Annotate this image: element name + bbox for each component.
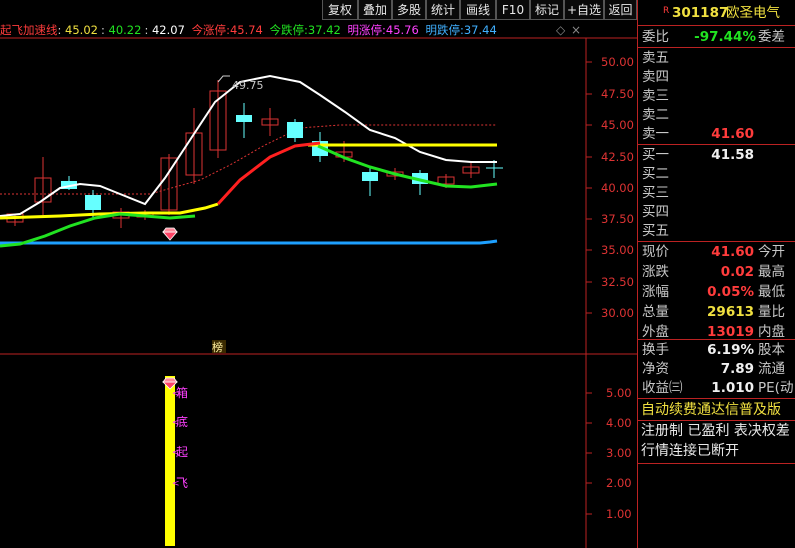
weibi-label: 委比 <box>642 29 669 45</box>
fundamental-label-2: PE(动 <box>758 380 794 396</box>
stat-row: 涨跌 0.02 最高 <box>638 262 795 282</box>
price-tick-label: 40.00 <box>601 181 634 195</box>
price-tick-label: 50.00 <box>601 55 634 69</box>
ask-label: 卖三 <box>642 88 669 104</box>
stat-row: 总量 29613 量比 <box>638 302 795 322</box>
connection-status: 行情连接已断开 <box>641 443 739 459</box>
price-tick-label: 32.50 <box>601 275 634 289</box>
ask-label: 卖五 <box>642 50 669 66</box>
stat-value: 29613 <box>707 304 754 320</box>
ask-label: 卖二 <box>642 107 669 123</box>
bid-price: 41.58 <box>711 147 754 163</box>
fundamental-label-2: 流通 <box>758 361 785 377</box>
indicator-tick-label: 1.00 <box>606 507 632 521</box>
peak-pointer <box>217 75 230 83</box>
svg-text:<: < <box>172 448 180 458</box>
ask-row-5: 卖五 <box>638 48 795 68</box>
fundamental-row: 净资 7.89 流通 <box>638 359 795 379</box>
stat-label: 总量 <box>642 304 669 320</box>
weibi-row: 委比 -97.44% 委差 <box>638 27 795 47</box>
fundamental-value: 7.89 <box>720 361 754 377</box>
bid-label: 买五 <box>642 223 669 239</box>
bid-row-3: 买三 <box>638 183 795 203</box>
indicator-tick-label: 5.00 <box>606 386 632 400</box>
stat-label: 涨跌 <box>642 264 669 280</box>
diamond-signal-icon <box>162 227 178 241</box>
price-tick-label: 45.00 <box>601 118 634 132</box>
fundamental-label: 净资 <box>642 361 669 377</box>
stat-label-2: 量比 <box>758 304 785 320</box>
indicator-tick-label: 2.00 <box>606 476 632 490</box>
price-tick-label: 35.00 <box>601 243 634 257</box>
bid-label: 买二 <box>642 166 669 182</box>
svg-text:<: < <box>172 479 180 489</box>
price-axis: 50.00 47.50 45.00 42.50 40.00 37.50 35.0… <box>586 55 634 320</box>
fundamental-label: 换手 <box>642 342 669 358</box>
bid-row-4: 买四 <box>638 202 795 222</box>
stat-value: 0.05% <box>707 284 754 300</box>
fundamental-row: 收益㈢ 1.010 PE(动 <box>638 378 795 398</box>
ask-label: 卖一 <box>642 126 669 142</box>
ask-row-3: 卖三 <box>638 86 795 106</box>
bid-row-5: 买五 <box>638 221 795 241</box>
bid-label: 买一 <box>642 147 669 163</box>
indicator-axis: 5.00 4.00 3.00 2.00 1.00 <box>586 386 632 521</box>
stat-label: 现价 <box>642 244 669 260</box>
tags-text: 注册制 已盈利 表决权差 <box>641 423 790 439</box>
price-tick-label: 42.50 <box>601 150 634 164</box>
svg-text:<: < <box>172 389 180 399</box>
stock-header: R 301187 欧圣电气 <box>638 3 795 23</box>
svg-text:<: < <box>172 418 180 428</box>
bid-row-1: 买一 41.58 <box>638 145 795 165</box>
ask-label: 卖四 <box>642 69 669 85</box>
stat-row: 现价 41.60 今开 <box>638 242 795 262</box>
bid-label: 买四 <box>642 204 669 220</box>
price-tick-label: 37.50 <box>601 212 634 226</box>
ask-row-2: 卖二 <box>638 105 795 125</box>
stat-label-2: 最高 <box>758 264 785 280</box>
stat-label: 涨幅 <box>642 284 669 300</box>
ticker-text: 自动续费通达信普及版 <box>641 402 781 418</box>
signal-bar <box>165 376 175 546</box>
fundamental-label: 收益㈢ <box>642 380 683 396</box>
r-badge: R <box>663 6 670 16</box>
indicator-tick-label: 3.00 <box>606 446 632 460</box>
ask-price: 41.60 <box>711 126 754 142</box>
ask-row-4: 卖四 <box>638 67 795 87</box>
weicha-label: 委差 <box>758 29 785 45</box>
stock-code: 301187 <box>672 5 729 21</box>
price-tick-label: 30.00 <box>601 306 634 320</box>
ask-row-1: 卖一 41.60 <box>638 124 795 144</box>
blue-support-line <box>0 239 498 245</box>
stat-row: 涨幅 0.05% 最低 <box>638 282 795 302</box>
ticker-row[interactable]: 自动续费通达信普及版 <box>638 400 795 420</box>
stock-name: 欧圣电气 <box>726 5 780 21</box>
red-line <box>216 141 321 206</box>
kline-chart[interactable]: 50.00 47.50 45.00 42.50 40.00 37.50 35.0… <box>0 0 637 548</box>
bid-row-2: 买二 <box>638 164 795 184</box>
quote-panel: R 301187 欧圣电气 委比 -97.44% 委差 卖五 卖四 卖三 卖二 … <box>637 0 795 548</box>
status-row: 行情连接已断开 <box>638 441 795 461</box>
stat-value: 0.02 <box>720 264 754 280</box>
price-tick-label: 47.50 <box>601 87 634 101</box>
fundamental-label-2: 股本 <box>758 342 785 358</box>
bid-label: 买三 <box>642 185 669 201</box>
bang-badge: 榜 <box>212 340 223 354</box>
stat-label-2: 最低 <box>758 284 785 300</box>
fundamental-value: 1.010 <box>711 380 754 396</box>
tags-row: 注册制 已盈利 表决权差 <box>638 421 795 441</box>
weibi-value: -97.44% <box>694 29 756 45</box>
fundamental-value: 6.19% <box>707 342 754 358</box>
stat-label-2: 今开 <box>758 244 785 260</box>
fundamental-row: 换手 6.19% 股本 <box>638 340 795 360</box>
peak-price-label: 49.75 <box>232 79 264 92</box>
stat-value: 41.60 <box>711 244 754 260</box>
indicator-tick-label: 4.00 <box>606 416 632 430</box>
